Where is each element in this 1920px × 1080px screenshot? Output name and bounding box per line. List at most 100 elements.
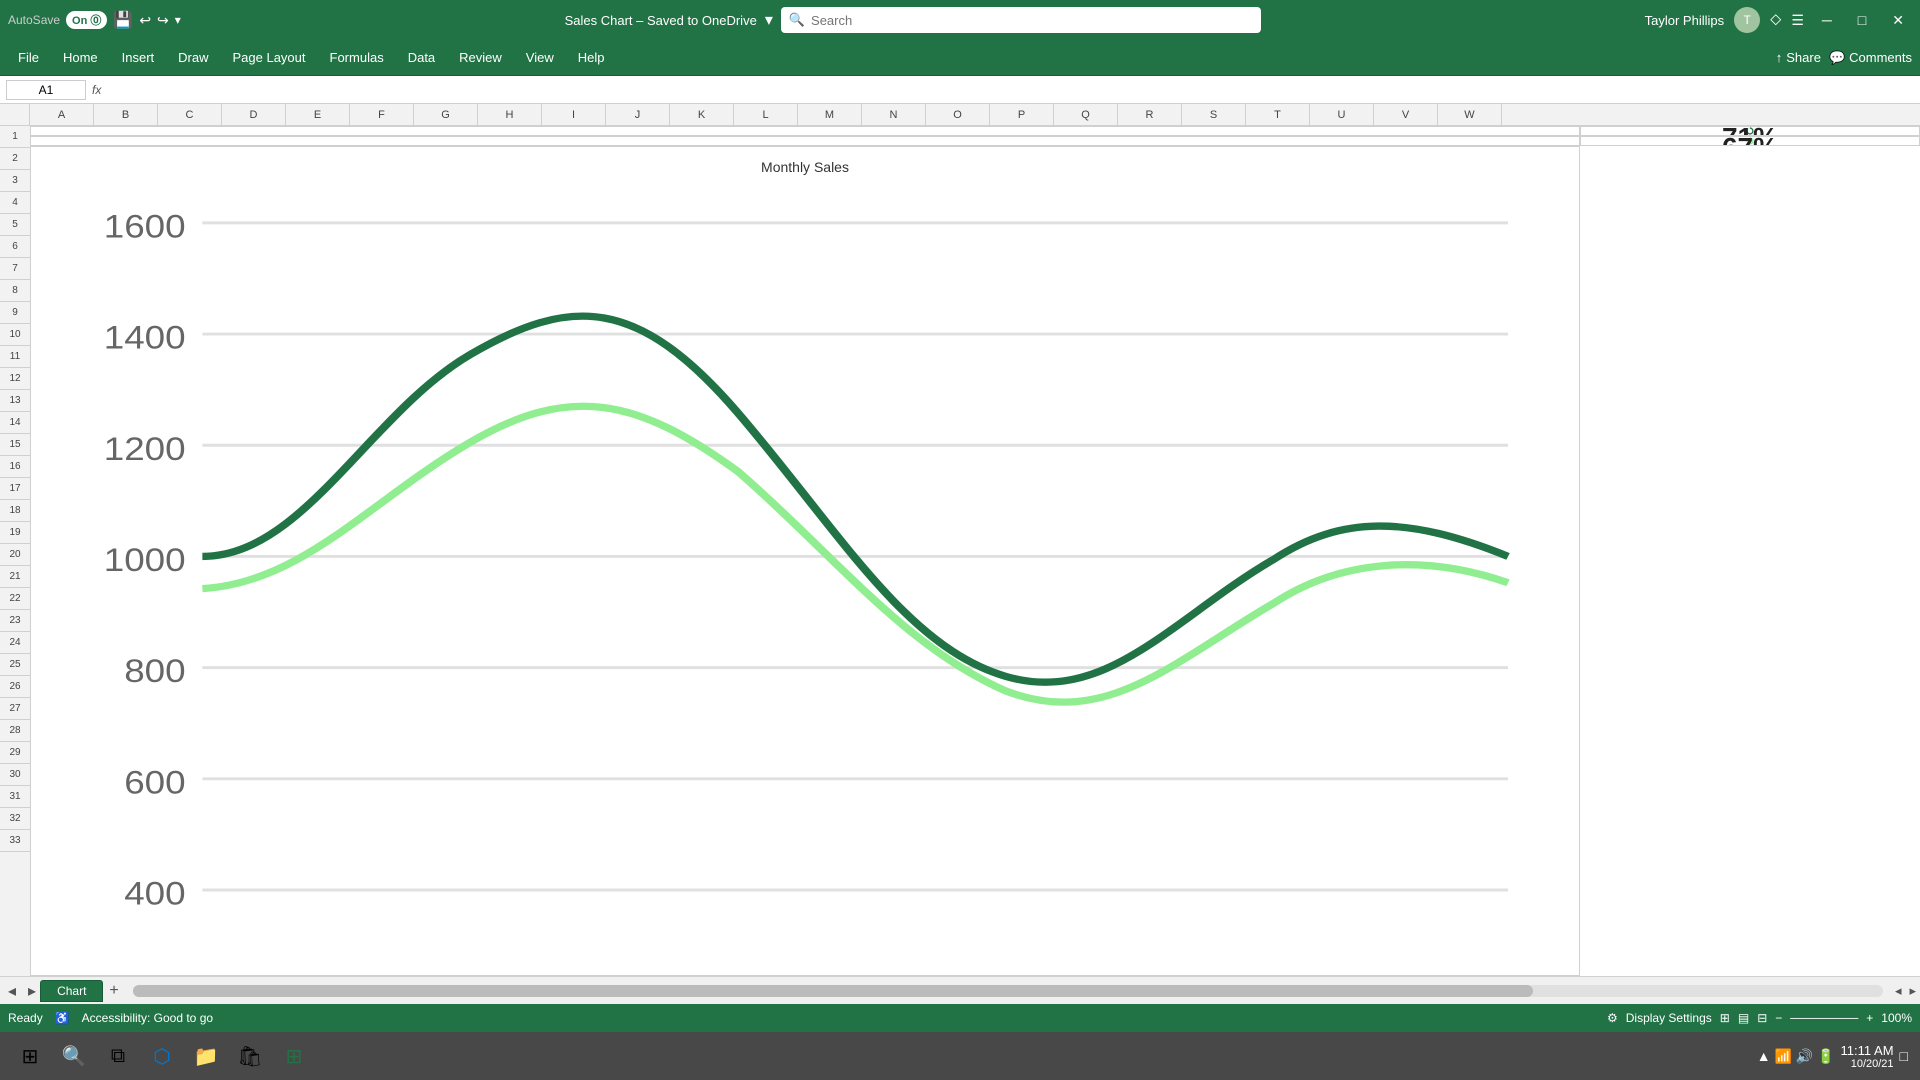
col-q[interactable]: Q: [1054, 104, 1118, 125]
sheet-tab-chart[interactable]: Chart: [40, 980, 103, 1002]
search-input[interactable]: [811, 13, 1253, 28]
tab-pagelayout[interactable]: Page Layout: [223, 46, 316, 69]
share-button[interactable]: ↑ Share: [1776, 50, 1821, 65]
tab-data[interactable]: Data: [398, 46, 445, 69]
col-n[interactable]: N: [862, 104, 926, 125]
tab-review[interactable]: Review: [449, 46, 512, 69]
col-c[interactable]: C: [158, 104, 222, 125]
col-a[interactable]: A: [30, 104, 94, 125]
row-16[interactable]: 16: [0, 456, 30, 478]
edge-browser-icon[interactable]: ⬡: [144, 1038, 180, 1074]
tab-help[interactable]: Help: [568, 46, 615, 69]
col-j[interactable]: J: [606, 104, 670, 125]
undo-icon[interactable]: ↩: [139, 12, 151, 29]
tab-view[interactable]: View: [516, 46, 564, 69]
nav-left-icon[interactable]: ◂: [0, 981, 24, 1001]
row-9[interactable]: 9: [0, 302, 30, 324]
row-13[interactable]: 13: [0, 390, 30, 412]
start-button[interactable]: ⊞: [12, 1038, 48, 1074]
tab-formulas[interactable]: Formulas: [320, 46, 394, 69]
row-7[interactable]: 7: [0, 258, 30, 280]
col-d[interactable]: D: [222, 104, 286, 125]
col-f[interactable]: F: [350, 104, 414, 125]
row-4[interactable]: 4: [0, 192, 30, 214]
col-b[interactable]: B: [94, 104, 158, 125]
cell-reference[interactable]: [6, 80, 86, 100]
col-s[interactable]: S: [1182, 104, 1246, 125]
row-28[interactable]: 28: [0, 720, 30, 742]
microsoft-icon[interactable]: ⬦: [1770, 11, 1781, 29]
row-6[interactable]: 6: [0, 236, 30, 258]
display-settings-icon[interactable]: ⚙: [1607, 1011, 1618, 1025]
row-14[interactable]: 14: [0, 412, 30, 434]
row-29[interactable]: 29: [0, 742, 30, 764]
page-break-icon[interactable]: ⊟: [1757, 1011, 1767, 1025]
col-g[interactable]: G: [414, 104, 478, 125]
customize-icon[interactable]: ▾: [175, 13, 181, 27]
row-24[interactable]: 24: [0, 632, 30, 654]
add-sheet-button[interactable]: +: [103, 982, 124, 1000]
row-30[interactable]: 30: [0, 764, 30, 786]
row-11[interactable]: 11: [0, 346, 30, 368]
row-10[interactable]: 10: [0, 324, 30, 346]
search-bar[interactable]: 🔍: [781, 7, 1261, 33]
task-view-button[interactable]: ⧉: [100, 1038, 136, 1074]
row-26[interactable]: 26: [0, 676, 30, 698]
close-button[interactable]: ✕: [1884, 10, 1912, 31]
row-22[interactable]: 22: [0, 588, 30, 610]
col-p[interactable]: P: [990, 104, 1054, 125]
row-18[interactable]: 18: [0, 500, 30, 522]
account-icon[interactable]: ☰: [1791, 12, 1804, 29]
col-u[interactable]: U: [1310, 104, 1374, 125]
scroll-left-icon[interactable]: ◂: [1891, 983, 1906, 999]
row-19[interactable]: 19: [0, 522, 30, 544]
row-12[interactable]: 12: [0, 368, 30, 390]
restore-button[interactable]: □: [1850, 10, 1874, 30]
row-32[interactable]: 32: [0, 808, 30, 830]
row-20[interactable]: 20: [0, 544, 30, 566]
horizontal-scrollbar[interactable]: [133, 985, 1883, 997]
scroll-right-icon[interactable]: ▸: [1905, 983, 1920, 999]
row-17[interactable]: 17: [0, 478, 30, 500]
row-1[interactable]: 1: [0, 126, 30, 148]
display-settings-label[interactable]: Display Settings: [1626, 1011, 1712, 1025]
formula-input[interactable]: [107, 82, 1914, 97]
redo-icon[interactable]: ↪: [157, 12, 169, 29]
col-m[interactable]: M: [798, 104, 862, 125]
autosave-toggle[interactable]: On ⓪: [66, 11, 107, 29]
col-e[interactable]: E: [286, 104, 350, 125]
tab-home[interactable]: Home: [53, 46, 108, 69]
col-h[interactable]: H: [478, 104, 542, 125]
row-5[interactable]: 5: [0, 214, 30, 236]
minimize-button[interactable]: ─: [1814, 10, 1840, 30]
row-8[interactable]: 8: [0, 280, 30, 302]
col-i[interactable]: I: [542, 104, 606, 125]
save-icon[interactable]: 💾: [113, 10, 133, 30]
file-explorer-icon[interactable]: 📁: [188, 1038, 224, 1074]
tab-insert[interactable]: Insert: [112, 46, 165, 69]
zoom-slider[interactable]: ────────: [1790, 1011, 1858, 1025]
dropdown-icon[interactable]: ▾: [765, 10, 773, 30]
tab-draw[interactable]: Draw: [168, 46, 218, 69]
col-w[interactable]: W: [1438, 104, 1502, 125]
row-15[interactable]: 15: [0, 434, 30, 456]
row-21[interactable]: 21: [0, 566, 30, 588]
row-31[interactable]: 31: [0, 786, 30, 808]
tab-file[interactable]: File: [8, 46, 49, 69]
row-33[interactable]: 33: [0, 830, 30, 852]
comments-button[interactable]: 💬 Comments: [1829, 50, 1912, 66]
row-27[interactable]: 27: [0, 698, 30, 720]
col-r[interactable]: R: [1118, 104, 1182, 125]
row-3[interactable]: 3: [0, 170, 30, 192]
row-23[interactable]: 23: [0, 610, 30, 632]
nav-right-icon[interactable]: ▸: [24, 981, 40, 1001]
notification-icon[interactable]: □: [1900, 1048, 1908, 1064]
zoom-in-icon[interactable]: +: [1866, 1011, 1873, 1025]
col-l[interactable]: L: [734, 104, 798, 125]
page-layout-icon[interactable]: ▤: [1738, 1011, 1749, 1025]
zoom-out-icon[interactable]: −: [1775, 1011, 1782, 1025]
col-t[interactable]: T: [1246, 104, 1310, 125]
search-taskbar-button[interactable]: 🔍: [56, 1038, 92, 1074]
row-25[interactable]: 25: [0, 654, 30, 676]
excel-icon[interactable]: ⊞: [276, 1038, 312, 1074]
